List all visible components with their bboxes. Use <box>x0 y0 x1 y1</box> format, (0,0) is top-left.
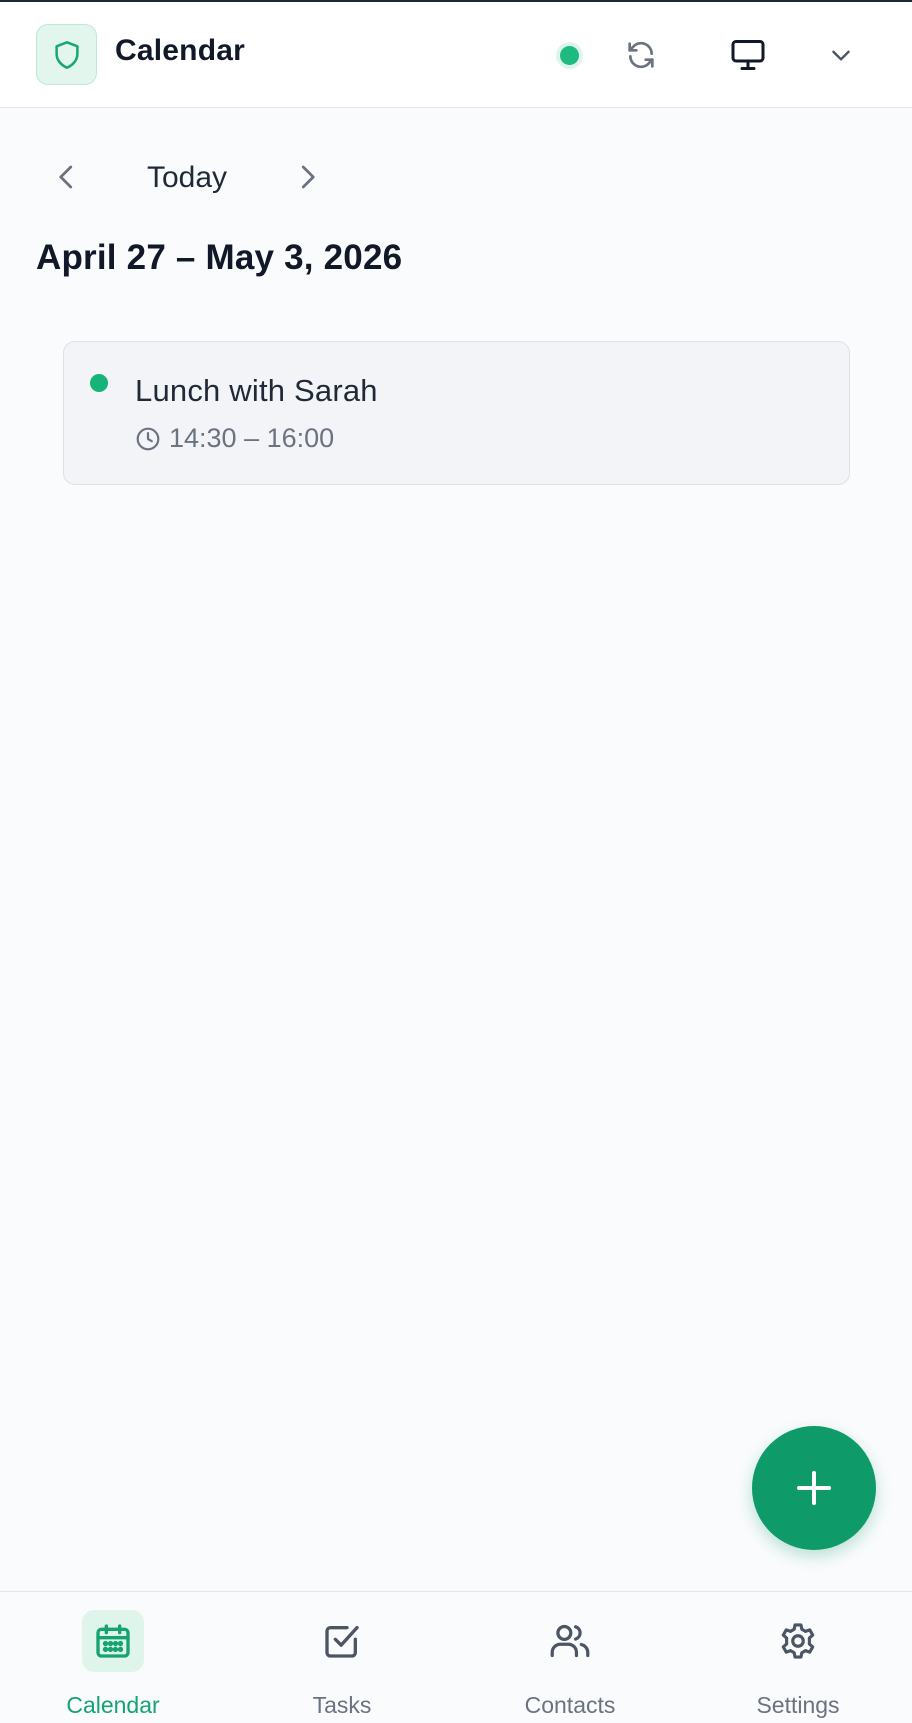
nav-label-tasks: Tasks <box>312 1692 372 1718</box>
sync-button[interactable] <box>616 30 666 80</box>
add-event-button[interactable] <box>752 1426 876 1550</box>
nav-item-contacts[interactable]: Contacts <box>456 1592 684 1723</box>
chevron-right-icon <box>301 165 315 189</box>
shield-icon <box>54 40 79 69</box>
nav-item-settings[interactable]: Settings <box>684 1592 912 1723</box>
previous-week-button[interactable] <box>42 152 92 202</box>
contacts-icon-wrap <box>539 1610 601 1672</box>
tasks-icon-wrap <box>311 1610 373 1672</box>
next-week-button[interactable] <box>282 152 332 202</box>
app-logo <box>36 24 97 85</box>
nav-label-calendar: Calendar <box>66 1692 160 1718</box>
event-title: Lunch with Sarah <box>135 373 378 408</box>
event-card[interactable]: Lunch with Sarah 14:30 – 16:00 <box>63 341 850 485</box>
device-view-button[interactable] <box>723 30 773 80</box>
settings-icon-wrap <box>767 1610 829 1672</box>
nav-label-contacts: Contacts <box>524 1692 616 1718</box>
plus-icon <box>797 1471 831 1505</box>
event-color-dot <box>90 374 108 392</box>
date-range-title: April 27 – May 3, 2026 <box>36 238 403 277</box>
users-icon <box>550 1624 590 1658</box>
clock-icon <box>136 427 160 450</box>
app-root: Calendar Today April 27 – May 3, 2026 Lu… <box>0 0 912 1723</box>
nav-item-calendar[interactable]: Calendar <box>0 1592 228 1723</box>
monitor-icon <box>731 40 765 70</box>
top-bar: Calendar <box>0 2 912 108</box>
gear-icon <box>781 1623 815 1659</box>
nav-item-tasks[interactable]: Tasks <box>228 1592 456 1723</box>
bottom-navigation: Calendar Tasks Contacts Settings <box>0 1591 912 1723</box>
refresh-icon <box>628 41 654 69</box>
app-title: Calendar <box>115 34 245 67</box>
calendar-icon <box>96 1624 130 1658</box>
nav-label-settings: Settings <box>756 1692 840 1718</box>
menu-dropdown-button[interactable] <box>816 30 866 80</box>
calendar-icon-wrap <box>82 1610 144 1672</box>
chevron-left-icon <box>59 165 73 189</box>
event-time: 14:30 – 16:00 <box>169 423 335 453</box>
today-button[interactable]: Today <box>122 156 252 200</box>
event-time-row: 14:30 – 16:00 <box>135 423 334 454</box>
connection-status-indicator <box>560 46 579 65</box>
chevron-down-icon <box>832 50 850 61</box>
checkbox-icon <box>325 1626 359 1658</box>
